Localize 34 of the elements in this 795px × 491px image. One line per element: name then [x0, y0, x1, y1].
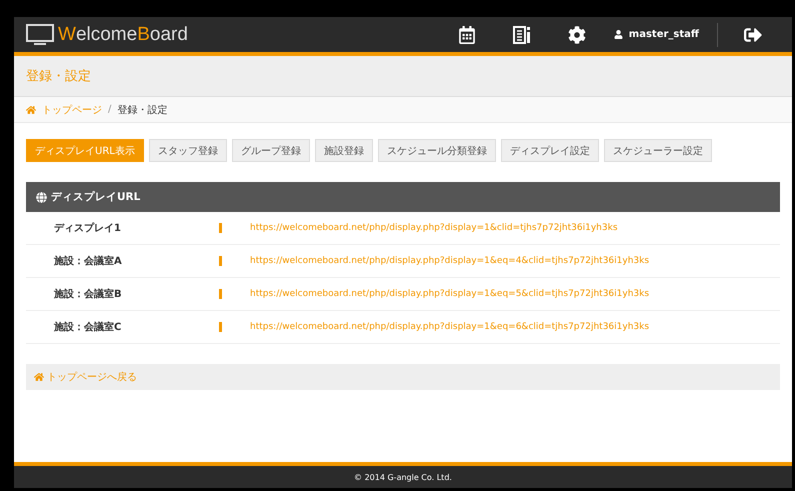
breadcrumb-link[interactable]: トップページ [42, 102, 102, 116]
display-url-link[interactable]: https://welcomeboard.net/php/display.php?display=1&clid=tjhs7p72jht36i1yh3ks [250, 223, 618, 233]
tab[interactable]: 施設登録 [314, 139, 373, 162]
back-link-bar[interactable]: トップページへ戻る [26, 364, 780, 390]
home-icon [34, 372, 44, 382]
tab[interactable]: スケジューラー設定 [604, 139, 712, 162]
copyright-text: © 2014 G-angle Co. Ltd. [354, 472, 452, 482]
tab[interactable]: ディスプレイURL表示 [26, 139, 144, 162]
back-link[interactable]: トップページへ戻る [47, 370, 137, 384]
tab[interactable]: ディスプレイ設定 [500, 139, 599, 162]
user-menu[interactable]: master_staff [628, 29, 699, 40]
home-icon [26, 104, 36, 114]
tab[interactable]: スタッフ登録 [148, 139, 227, 162]
current-page-label: 登録・設定 [117, 104, 168, 116]
panel-title: ディスプレイURL [51, 190, 140, 204]
monitor-icon [26, 24, 54, 46]
display-url-link[interactable]: https://welcomeboard.net/php/display.php?display=1&eq=5&clid=tjhs7p72jht36i1yh3ks [250, 289, 650, 299]
user-icon [614, 30, 623, 39]
display-name: ディスプレイ1 [53, 221, 122, 235]
app-logo: WelcomeBoard [58, 24, 188, 46]
display-name: 施設：会議室B [53, 287, 123, 301]
display-name: 施設：会議室C [53, 320, 122, 334]
calendar-icon[interactable] [458, 26, 476, 44]
display-name: 施設：会議室A [53, 254, 123, 268]
breadcrumb-separator: / [108, 104, 112, 115]
logout-icon[interactable] [744, 26, 762, 44]
document-icon[interactable] [512, 24, 532, 44]
display-url-link[interactable]: https://welcomeboard.net/php/display.php?display=1&eq=6&clid=tjhs7p72jht36i1yh3ks [250, 322, 650, 332]
tab[interactable]: スケジュール分類登録 [378, 139, 496, 162]
display-url-link[interactable]: https://welcomeboard.net/php/display.php?display=1&eq=4&clid=tjhs7p72jht36i1yh3ks [250, 256, 650, 266]
page-title: 登録・設定 [26, 68, 91, 85]
tab[interactable]: グループ登録 [232, 139, 310, 162]
settings-icon[interactable] [568, 26, 586, 44]
globe-icon [36, 192, 47, 202]
